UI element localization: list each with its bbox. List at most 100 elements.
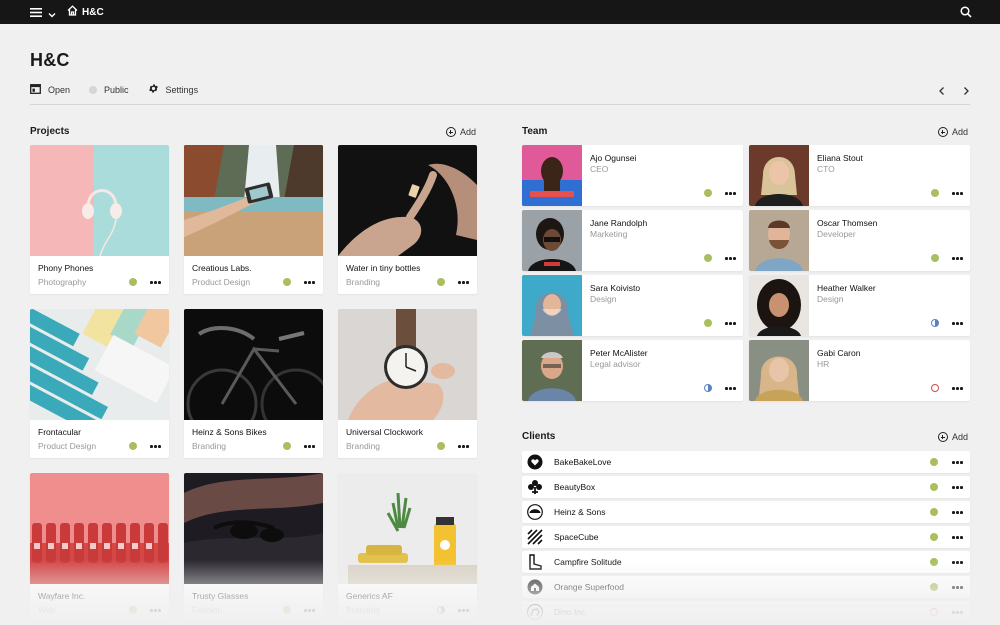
project-card[interactable]: Water in tiny bottles Branding	[338, 145, 477, 294]
avatar	[749, 275, 809, 336]
status-active-icon	[930, 558, 938, 566]
client-name: SpaceCube	[554, 532, 599, 542]
add-client-button[interactable]: Add	[938, 432, 968, 442]
more-options-icon[interactable]	[304, 607, 315, 614]
project-card[interactable]: Universal Clockwork Branding	[338, 309, 477, 458]
project-name: Creatious Labs.	[192, 263, 252, 273]
team-member-card[interactable]: Ajo Ogunsei CEO	[522, 145, 743, 206]
member-role: HR	[817, 359, 830, 369]
public-toggle[interactable]: Public	[89, 85, 129, 95]
status-active-icon	[930, 533, 938, 541]
more-options-icon[interactable]	[458, 279, 469, 286]
more-options-icon[interactable]	[150, 607, 161, 614]
search-button[interactable]	[960, 5, 972, 23]
project-name: Trusty Glasses	[192, 591, 249, 601]
project-image-pineapple	[338, 473, 477, 584]
clients-heading: Clients	[522, 431, 556, 442]
page-toolbar: Open Public Settings	[30, 83, 217, 96]
status-active-icon	[930, 458, 938, 466]
more-options-icon[interactable]	[952, 584, 963, 591]
client-row[interactable]: SpaceCube	[522, 526, 970, 548]
more-options-icon[interactable]	[150, 279, 161, 286]
project-card[interactable]: Phony Phones Photography	[30, 145, 169, 294]
menu-button[interactable]	[30, 5, 56, 23]
more-options-icon[interactable]	[952, 385, 963, 392]
member-role: Design	[590, 294, 617, 304]
client-row[interactable]: Heinz & Sons	[522, 501, 970, 523]
team-member-card[interactable]: Gabi Caron HR	[749, 340, 970, 401]
team-member-card[interactable]: Jane Randolph Marketing	[522, 210, 743, 271]
member-role: Design	[817, 294, 844, 304]
project-card[interactable]: Creatious Labs. Product Design	[184, 145, 323, 294]
status-active-icon	[930, 483, 938, 491]
team-member-card[interactable]: Peter McAlister Legal advisor	[522, 340, 743, 401]
more-options-icon[interactable]	[952, 509, 963, 516]
more-options-icon[interactable]	[725, 385, 736, 392]
chevron-right-icon[interactable]	[962, 83, 970, 101]
add-project-label: Add	[460, 127, 477, 137]
client-row[interactable]: Orange Superfood	[522, 576, 970, 598]
more-options-icon[interactable]	[952, 190, 963, 197]
team-member-card[interactable]: Heather Walker Design	[749, 275, 970, 336]
project-name: Water in tiny bottles	[346, 263, 421, 273]
add-project-button[interactable]: Add	[446, 127, 476, 137]
chevron-left-icon[interactable]	[938, 83, 946, 101]
client-row[interactable]: Campfire Solitude	[522, 551, 970, 573]
open-button[interactable]: Open	[30, 83, 70, 96]
window-icon	[30, 83, 41, 96]
project-name: Universal Clockwork	[346, 427, 423, 437]
team-member-card[interactable]: Oscar Thomsen Developer	[749, 210, 970, 271]
member-role: Marketing	[590, 229, 628, 239]
project-image-waterfall	[184, 145, 323, 256]
more-options-icon[interactable]	[304, 279, 315, 286]
more-options-icon[interactable]	[458, 443, 469, 450]
more-options-icon[interactable]	[952, 255, 963, 262]
more-options-icon[interactable]	[458, 607, 469, 614]
project-image-packaging	[30, 309, 169, 420]
member-name: Sara Koivisto	[590, 283, 641, 293]
project-category: Branding	[346, 605, 381, 615]
project-image-bicycle	[184, 309, 323, 420]
settings-button[interactable]: Settings	[148, 83, 198, 96]
status-active-icon	[129, 606, 137, 614]
project-image-tiny-bottle	[338, 145, 477, 256]
project-card[interactable]: Trusty Glasses Fashion	[184, 473, 323, 622]
more-options-icon[interactable]	[952, 609, 963, 616]
more-options-icon[interactable]	[725, 190, 736, 197]
status-active-icon	[704, 254, 712, 262]
project-category: Fashion	[192, 605, 223, 615]
more-options-icon[interactable]	[725, 255, 736, 262]
header-divider	[30, 104, 970, 105]
project-card[interactable]: Generics AF Branding	[338, 473, 477, 622]
add-team-member-button[interactable]: Add	[938, 127, 968, 137]
home-link[interactable]: H&C	[67, 5, 104, 19]
top-bar: H&C	[0, 0, 1000, 24]
more-options-icon[interactable]	[952, 320, 963, 327]
avatar	[522, 275, 582, 336]
heart-logo-icon	[527, 454, 543, 470]
dome-logo-icon	[527, 504, 543, 520]
add-team-label: Add	[952, 127, 969, 137]
more-options-icon[interactable]	[952, 534, 963, 541]
status-active-icon	[704, 189, 712, 197]
project-card[interactable]: Heinz & Sons Bikes Branding	[184, 309, 323, 458]
more-options-icon[interactable]	[952, 459, 963, 466]
project-card[interactable]: Wayfare Inc. Web	[30, 473, 169, 622]
status-inactive-icon	[931, 384, 939, 392]
team-member-card[interactable]: Eliana Stout CTO	[749, 145, 970, 206]
client-row[interactable]: BeautyBox	[522, 476, 970, 498]
member-name: Gabi Caron	[817, 348, 861, 358]
team-member-card[interactable]: Sara Koivisto Design	[522, 275, 743, 336]
more-options-icon[interactable]	[952, 484, 963, 491]
more-options-icon[interactable]	[952, 559, 963, 566]
client-row[interactable]: BakeBakeLove	[522, 451, 970, 473]
client-row[interactable]: Dino Inc.	[522, 601, 970, 623]
member-name: Heather Walker	[817, 283, 876, 293]
more-options-icon[interactable]	[150, 443, 161, 450]
project-card[interactable]: Frontacular Product Design	[30, 309, 169, 458]
status-active-icon	[129, 278, 137, 286]
plus-circle-icon	[938, 127, 948, 137]
more-options-icon[interactable]	[304, 443, 315, 450]
more-options-icon[interactable]	[725, 320, 736, 327]
status-active-icon	[930, 508, 938, 516]
